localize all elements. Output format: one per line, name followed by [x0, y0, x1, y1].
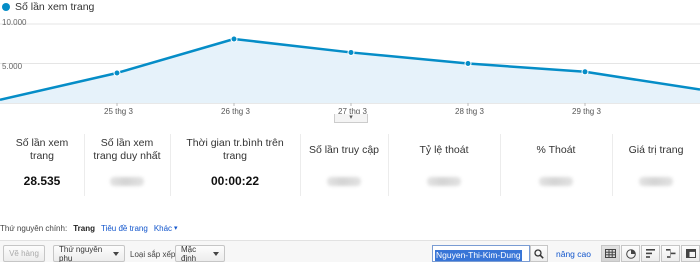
- chart-legend: Số lần xem trang: [2, 0, 94, 14]
- x-tick-label: 26 thg 3: [221, 107, 250, 116]
- metric-label: Số lần truy cập: [308, 143, 380, 156]
- table-toolbar: Vẽ hàng Thứ nguyên phụ Loại sắp xếp: Mặc…: [0, 240, 700, 262]
- search-button[interactable]: [530, 245, 548, 262]
- caret-down-icon: [213, 251, 219, 256]
- dimension-other-dropdown[interactable]: Khác ▾: [154, 224, 178, 233]
- metric-tile[interactable]: Thời gian tr.bình trên trang 00:00:22: [170, 128, 300, 208]
- sort-type-label: Loại sắp xếp:: [130, 250, 178, 259]
- y-tick-label: 10.000: [2, 18, 27, 27]
- dimension-option-page-title[interactable]: Tiêu đề trang: [101, 224, 148, 233]
- metric-tile[interactable]: Số lần truy cập: [300, 128, 388, 208]
- data-point[interactable]: [464, 60, 472, 67]
- bar-list-icon: [645, 249, 655, 258]
- sort-type-value: Mặc định: [181, 244, 197, 262]
- metric-label: Thời gian tr.bình trên trang: [186, 137, 284, 162]
- data-point[interactable]: [581, 68, 589, 76]
- metric-label: Tỷ lệ thoát: [419, 143, 469, 156]
- secondary-dimension-label: Thứ nguyên phụ: [59, 244, 103, 262]
- advanced-filter-link[interactable]: nâng cao: [556, 249, 591, 259]
- blurred-value: [327, 177, 361, 186]
- series-area: [0, 39, 700, 103]
- chart-collapse-handle[interactable]: ▾: [334, 114, 368, 123]
- metric-label: Giá trị trang: [628, 143, 684, 156]
- metric-label: % Thoát: [536, 143, 576, 156]
- line-chart: [0, 23, 700, 106]
- legend-label: Số lần xem trang: [15, 1, 95, 13]
- sort-type-dropdown[interactable]: Mặc định: [175, 245, 225, 262]
- view-table-button[interactable]: [601, 245, 620, 262]
- metric-tile[interactable]: Số lần xem trang duy nhất: [84, 128, 170, 208]
- metric-tile[interactable]: Tỷ lệ thoát: [388, 128, 500, 208]
- blurred-value: [110, 177, 144, 186]
- grid-table-icon: [605, 249, 616, 258]
- metric-tile[interactable]: % Thoát: [500, 128, 612, 208]
- table-filter-input[interactable]: Nguyen-Thi-Kim-Dung: [432, 245, 530, 262]
- filter-input-value: Nguyen-Thi-Kim-Dung: [435, 250, 522, 261]
- y-tick-label: 5.000: [2, 62, 23, 71]
- metric-tile[interactable]: Số lần xem trang 28.535: [0, 128, 84, 208]
- pie-chart-icon: [625, 248, 636, 259]
- dimension-other-label: Khác: [153, 223, 173, 233]
- caret-down-icon: [113, 251, 119, 256]
- secondary-dimension-dropdown[interactable]: Thứ nguyên phụ: [53, 245, 125, 262]
- view-pivot-button[interactable]: [681, 245, 700, 262]
- data-point[interactable]: [347, 48, 355, 56]
- blurred-value: [539, 177, 573, 186]
- primary-dimension-bar: Thứ nguyên chính: Trang Tiêu đề trang Kh…: [0, 221, 178, 235]
- metric-tiles: Số lần xem trang 28.535 Số lần xem trang…: [0, 128, 700, 208]
- blurred-value: [427, 177, 461, 186]
- plot-rows-button[interactable]: Vẽ hàng: [3, 245, 45, 262]
- primary-dimension-label: Thứ nguyên chính:: [0, 223, 68, 233]
- pivot-table-icon: [685, 249, 696, 258]
- metric-value: 28.535: [23, 174, 61, 188]
- view-pie-button[interactable]: [621, 245, 640, 262]
- metric-label: Số lần xem trang: [15, 137, 69, 162]
- legend-marker: [2, 3, 10, 11]
- metric-value: 00:00:22: [210, 174, 260, 188]
- dimension-option-page[interactable]: Trang: [73, 224, 95, 233]
- metric-tile[interactable]: Giá trị trang: [612, 128, 700, 208]
- x-tick-label: 28 thg 3: [455, 107, 484, 116]
- comparison-icon: [665, 249, 675, 258]
- blurred-value: [639, 177, 673, 186]
- data-point[interactable]: [230, 35, 238, 43]
- chevron-down-icon: ▾: [174, 225, 178, 232]
- metric-label: Số lần xem trang duy nhất: [93, 137, 161, 162]
- view-comparison-button[interactable]: [661, 245, 680, 262]
- x-tick-label: 29 thg 3: [572, 107, 601, 116]
- view-performance-button[interactable]: [641, 245, 660, 262]
- x-tick-label: 25 thg 3: [104, 107, 133, 116]
- plot-rows-label: Vẽ hàng: [9, 249, 39, 258]
- data-point[interactable]: [113, 69, 121, 77]
- search-icon: [534, 248, 544, 259]
